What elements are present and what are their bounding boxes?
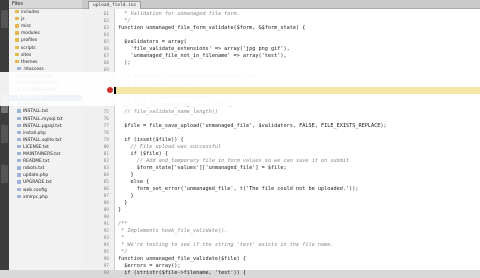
code-line: form_set_error('unmanaged_file', t('The … xyxy=(118,186,359,192)
ide-window: Files includes js misc modules profiles scrip… xyxy=(0,0,480,276)
code-line: // file_validate_name_length() xyxy=(118,109,218,115)
code-line: function unmanaged_file_form_validate($f… xyxy=(118,25,306,31)
tree-item[interactable]: MAINTAINERS.txt xyxy=(9,152,82,158)
side-tab-files[interactable] xyxy=(1,10,8,28)
folder-icon xyxy=(15,17,19,21)
tree-item-label: web.config xyxy=(23,187,47,193)
tree-item-label: INSTALL.sqlite.txt xyxy=(23,138,62,143)
editor-tab-bar: upload_field.inc xyxy=(82,0,480,9)
file-icon xyxy=(17,180,21,184)
folder-icon xyxy=(15,59,19,64)
side-tab-services[interactable] xyxy=(1,125,8,143)
tree-item-label: update.php xyxy=(23,173,49,179)
code-line: * Validation for unmanaged file form. xyxy=(118,11,240,17)
folder-icon xyxy=(15,38,19,42)
tree-item-label: scripts xyxy=(21,45,36,51)
file-icon xyxy=(17,66,21,71)
file-tree-panel: Files includes js misc modules profiles scrip… xyxy=(9,0,83,270)
tree-item[interactable]: sites xyxy=(9,52,82,59)
code-line: * We're testing to see if the string 'te… xyxy=(118,242,334,248)
tree-item[interactable]: modules xyxy=(9,31,82,37)
tree-item-label: LICENSE.txt xyxy=(23,145,49,151)
file-icon xyxy=(17,159,21,163)
tree-item[interactable]: robots.txt xyxy=(9,166,82,172)
text-cursor xyxy=(114,87,116,94)
tree-item[interactable]: LICENSE.txt xyxy=(9,144,82,151)
file-icon xyxy=(17,137,21,142)
tree-item-label: themes xyxy=(21,59,38,65)
tree-item[interactable]: xmlrpc.php xyxy=(9,194,82,201)
folder-icon xyxy=(15,10,19,14)
tree-item-label: MAINTAINERS.txt xyxy=(23,152,61,158)
file-icon xyxy=(17,152,21,156)
code-line: if (stristr($file->filename, 'test')) { xyxy=(118,270,247,276)
file-icon xyxy=(17,144,21,149)
code-line: * Implements hook_file_validate(). xyxy=(118,228,228,234)
file-icon xyxy=(17,116,21,120)
file-icon xyxy=(17,109,21,113)
tree-item-label: sites xyxy=(21,52,32,58)
tree-item[interactable]: includes xyxy=(9,10,82,16)
tree-item-label: INSTALL.txt xyxy=(23,109,49,115)
tree-item-label: INSTALL.pgsql.txt xyxy=(23,123,62,129)
tree-item[interactable]: themes xyxy=(9,59,82,66)
folder-icon xyxy=(15,45,19,49)
tree-item[interactable]: install.php xyxy=(9,130,82,137)
tree-item-label: includes xyxy=(21,10,40,16)
side-tab-strip xyxy=(0,0,9,270)
tree-item[interactable]: misc xyxy=(9,24,82,30)
file-icon xyxy=(17,194,21,198)
tree-item[interactable]: UPGRADE.txt xyxy=(9,180,82,186)
code-line: ); xyxy=(118,60,131,66)
file-icon xyxy=(17,173,21,177)
file-icon xyxy=(17,166,21,170)
tree-item[interactable]: js xyxy=(9,17,82,23)
tree-item[interactable]: update.php xyxy=(9,173,82,179)
code-line: 'unmanaged_file_not_in_filename' => arra… xyxy=(118,53,287,59)
tree-item[interactable]: INSTALL.txt xyxy=(9,109,82,115)
tree-item-label: INSTALL.mysql.txt xyxy=(23,116,63,122)
tree-item[interactable]: web.config xyxy=(9,187,82,194)
folder-icon xyxy=(15,24,19,28)
code-editor: upload_field.inc 61626364656667686970717… xyxy=(82,0,480,276)
tree-item-label: misc xyxy=(21,24,32,30)
code-line: $file = file_save_upload('unmanaged_file… xyxy=(118,123,387,129)
file-icon xyxy=(17,123,21,127)
tree-item[interactable]: README.txt xyxy=(9,159,82,165)
tree-item-label: xmlrpc.php xyxy=(23,194,48,200)
code-line: $form_state['values']['unmanaged_file'] … xyxy=(118,165,287,171)
tree-item-label: install.php xyxy=(23,130,46,136)
tree-item-label: UPGRADE.txt xyxy=(23,180,52,186)
tree-item-label: modules xyxy=(21,31,40,37)
tree-item[interactable]: profiles xyxy=(9,38,82,44)
tree-item[interactable]: INSTALL.sqlite.txt xyxy=(9,137,82,144)
folder-icon xyxy=(15,31,19,35)
tree-item-label: README.txt xyxy=(23,159,50,165)
tree-item-label: robots.txt xyxy=(23,166,45,172)
tree-item-label: js xyxy=(21,17,25,23)
code-line: } xyxy=(118,207,122,213)
editor-tab[interactable]: upload_field.inc xyxy=(88,1,142,9)
tree-item[interactable]: scripts xyxy=(9,45,82,52)
tree-item[interactable]: INSTALL.mysql.txt xyxy=(9,116,82,123)
file-icon xyxy=(17,187,21,191)
side-tab-navigator[interactable] xyxy=(1,165,8,183)
tree-item-label: profiles xyxy=(21,38,38,44)
current-line-highlight xyxy=(114,87,480,94)
file-tree-title: Files xyxy=(9,0,82,9)
line-number-gutter: 6162636465666768697071727374757677787980… xyxy=(82,9,115,276)
file-icon xyxy=(17,130,21,135)
breakpoint-icon[interactable] xyxy=(107,87,113,93)
folder-icon xyxy=(15,52,19,56)
tree-item[interactable]: INSTALL.pgsql.txt xyxy=(9,123,82,130)
line-number: 98 xyxy=(103,271,109,276)
